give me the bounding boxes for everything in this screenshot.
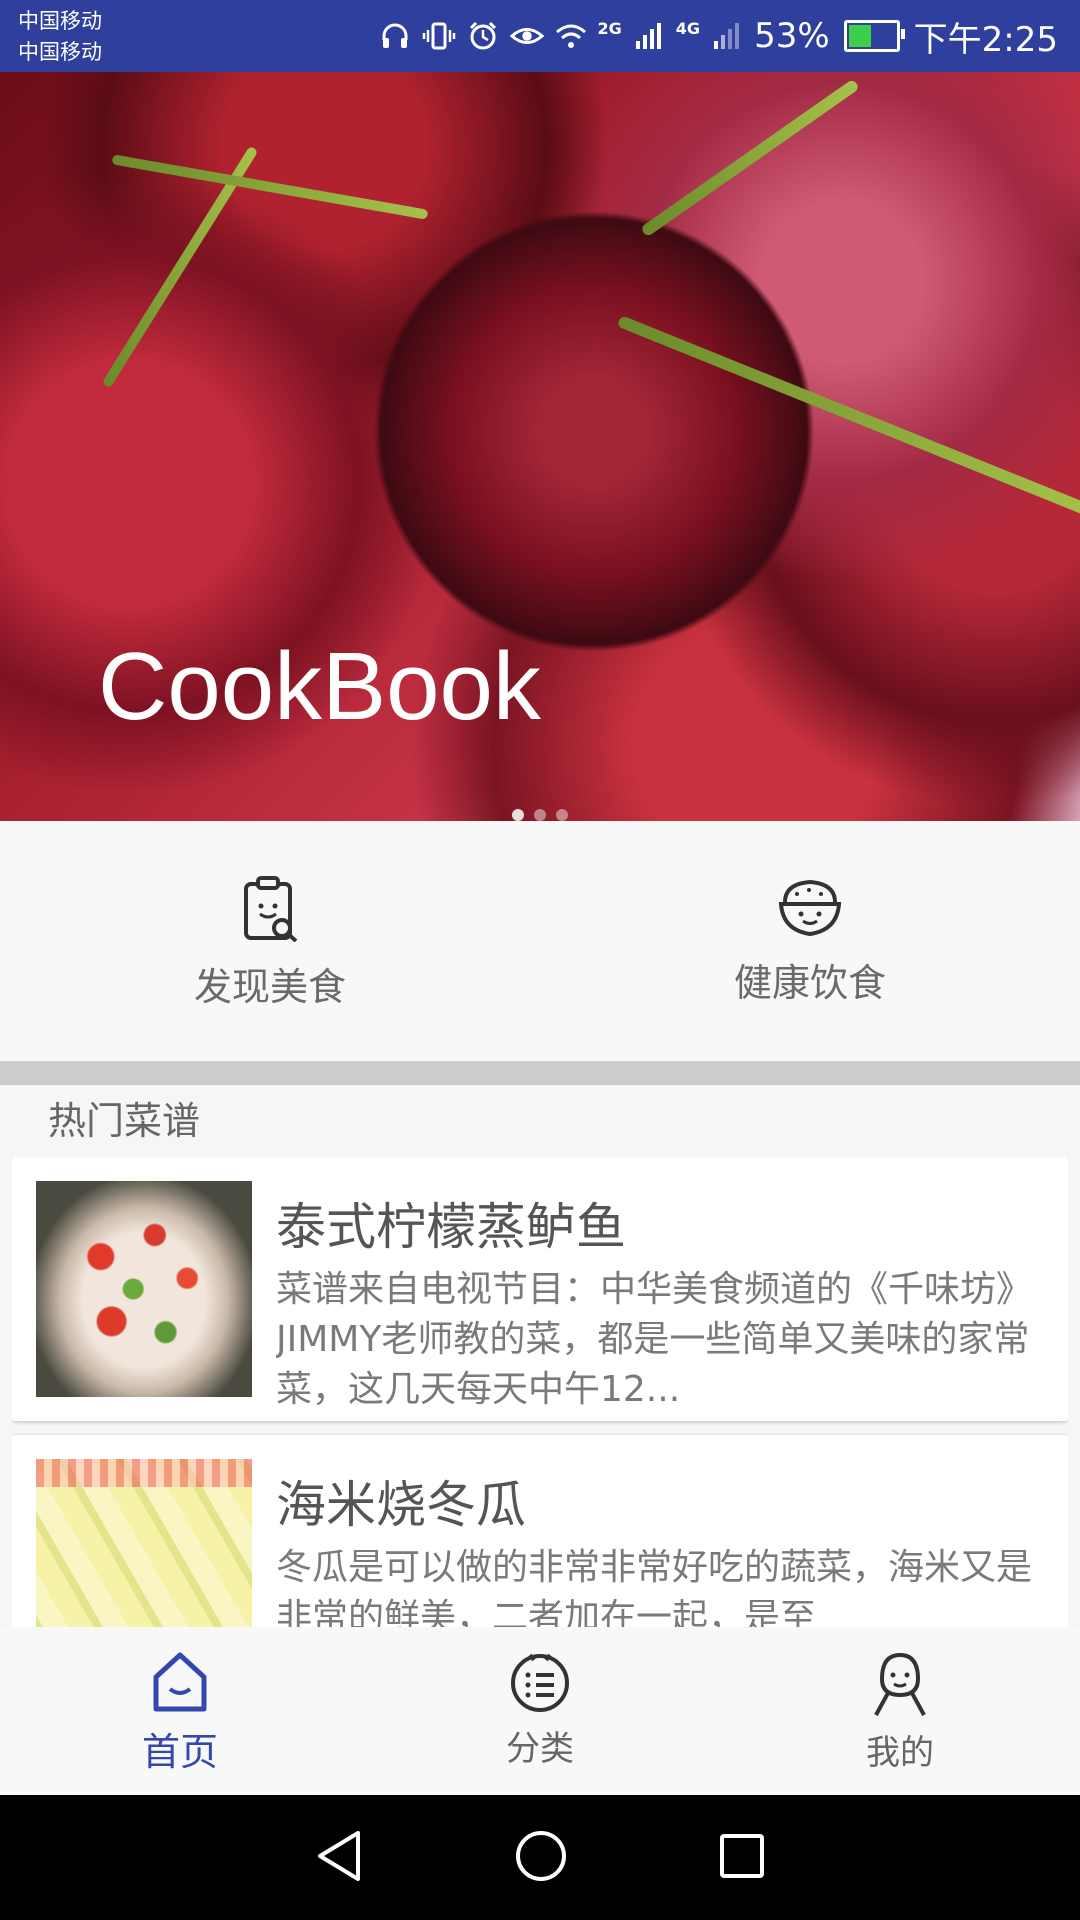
nav-label: 我的 <box>866 1733 934 1773</box>
section-divider <box>0 1061 1080 1085</box>
feature-label: 发现美食 <box>193 965 346 1009</box>
nav-label: 分类 <box>506 1729 574 1769</box>
carrier-info: 中国移动 中国移动 <box>18 6 102 68</box>
section-title: 热门菜谱 <box>48 1099 201 1143</box>
carousel-dot[interactable] <box>556 809 568 821</box>
rice-bowl-icon <box>777 876 843 942</box>
recipe-title: 泰式柠檬蒸鲈鱼 <box>276 1198 626 1256</box>
signal-icon <box>632 19 666 53</box>
recents-icon[interactable] <box>718 1832 766 1884</box>
feature-discover-food[interactable]: 发现美食 <box>0 821 540 1061</box>
signal-icon <box>710 19 744 53</box>
wifi-icon <box>554 19 588 53</box>
banner-decoration <box>640 78 860 238</box>
feature-label: 健康饮食 <box>733 961 886 1005</box>
nav-label: 首页 <box>141 1730 218 1774</box>
banner-decoration <box>616 315 1080 521</box>
vibrate-icon <box>422 19 456 53</box>
battery-percent: 53% <box>754 16 830 56</box>
recipe-card[interactable]: 海米烧冬瓜 冬瓜是可以做的非常非常好吃的蔬菜，海米又是非常的鲜美，二者加在一起，… <box>12 1435 1068 1627</box>
category-icon <box>508 1651 572 1717</box>
nav-profile[interactable]: 我的 <box>720 1627 1080 1795</box>
home-icon <box>148 1651 212 1717</box>
status-bar: 中国移动 中国移动 2G 4G 53% 下午2:25 <box>0 0 1080 72</box>
profile-icon <box>868 1651 932 1721</box>
net-4g-label: 4G <box>675 18 701 38</box>
bottom-navigation: 首页 分类 我的 <box>0 1627 1080 1795</box>
banner-carousel[interactable]: CookBook <box>0 72 1080 821</box>
clipboard-search-icon <box>240 876 300 946</box>
recipe-thumbnail <box>36 1181 252 1397</box>
carousel-dot[interactable] <box>534 809 546 821</box>
nav-category[interactable]: 分类 <box>360 1627 720 1795</box>
recipe-description: 冬瓜是可以做的非常非常好吃的蔬菜，海米又是非常的鲜美，二者加在一起，是至 <box>276 1547 1033 1627</box>
recipe-description: 菜谱来自电视节目：中华美食频道的《千味坊》JIMMY老师教的菜，都是一些简单又美… <box>276 1269 1033 1410</box>
system-navigation-bar <box>0 1795 1080 1920</box>
feature-healthy-diet[interactable]: 健康饮食 <box>540 821 1080 1061</box>
battery-fill <box>848 25 872 47</box>
recipe-card[interactable]: 泰式柠檬蒸鲈鱼 菜谱来自电视节目：中华美食频道的《千味坊》JIMMY老师教的菜，… <box>12 1157 1068 1421</box>
recipe-list[interactable]: 泰式柠檬蒸鲈鱼 菜谱来自电视节目：中华美食频道的《千味坊》JIMMY老师教的菜，… <box>12 1157 1068 1627</box>
carrier-1: 中国移动 <box>18 9 102 33</box>
eye-icon <box>509 19 544 53</box>
headphones-icon <box>378 19 412 53</box>
carrier-2: 中国移动 <box>18 40 102 64</box>
status-icons: 2G 4G 53% 下午2:25 <box>378 0 1058 72</box>
banner-title: CookBook <box>98 633 541 740</box>
alarm-icon <box>466 19 500 53</box>
carousel-indicator <box>0 809 1080 821</box>
recipe-thumbnail <box>36 1459 252 1627</box>
banner-decoration <box>111 154 429 220</box>
recipe-title: 海米烧冬瓜 <box>276 1476 526 1534</box>
back-icon[interactable] <box>314 1829 364 1887</box>
battery-icon <box>843 20 905 52</box>
home-circle-icon[interactable] <box>514 1829 568 1887</box>
nav-home[interactable]: 首页 <box>0 1627 360 1795</box>
clock: 下午2:25 <box>913 19 1058 60</box>
net-2g-label: 2G <box>597 18 622 38</box>
carousel-dot[interactable] <box>512 809 524 821</box>
feature-row: 发现美食 健康饮食 <box>0 821 1080 1061</box>
